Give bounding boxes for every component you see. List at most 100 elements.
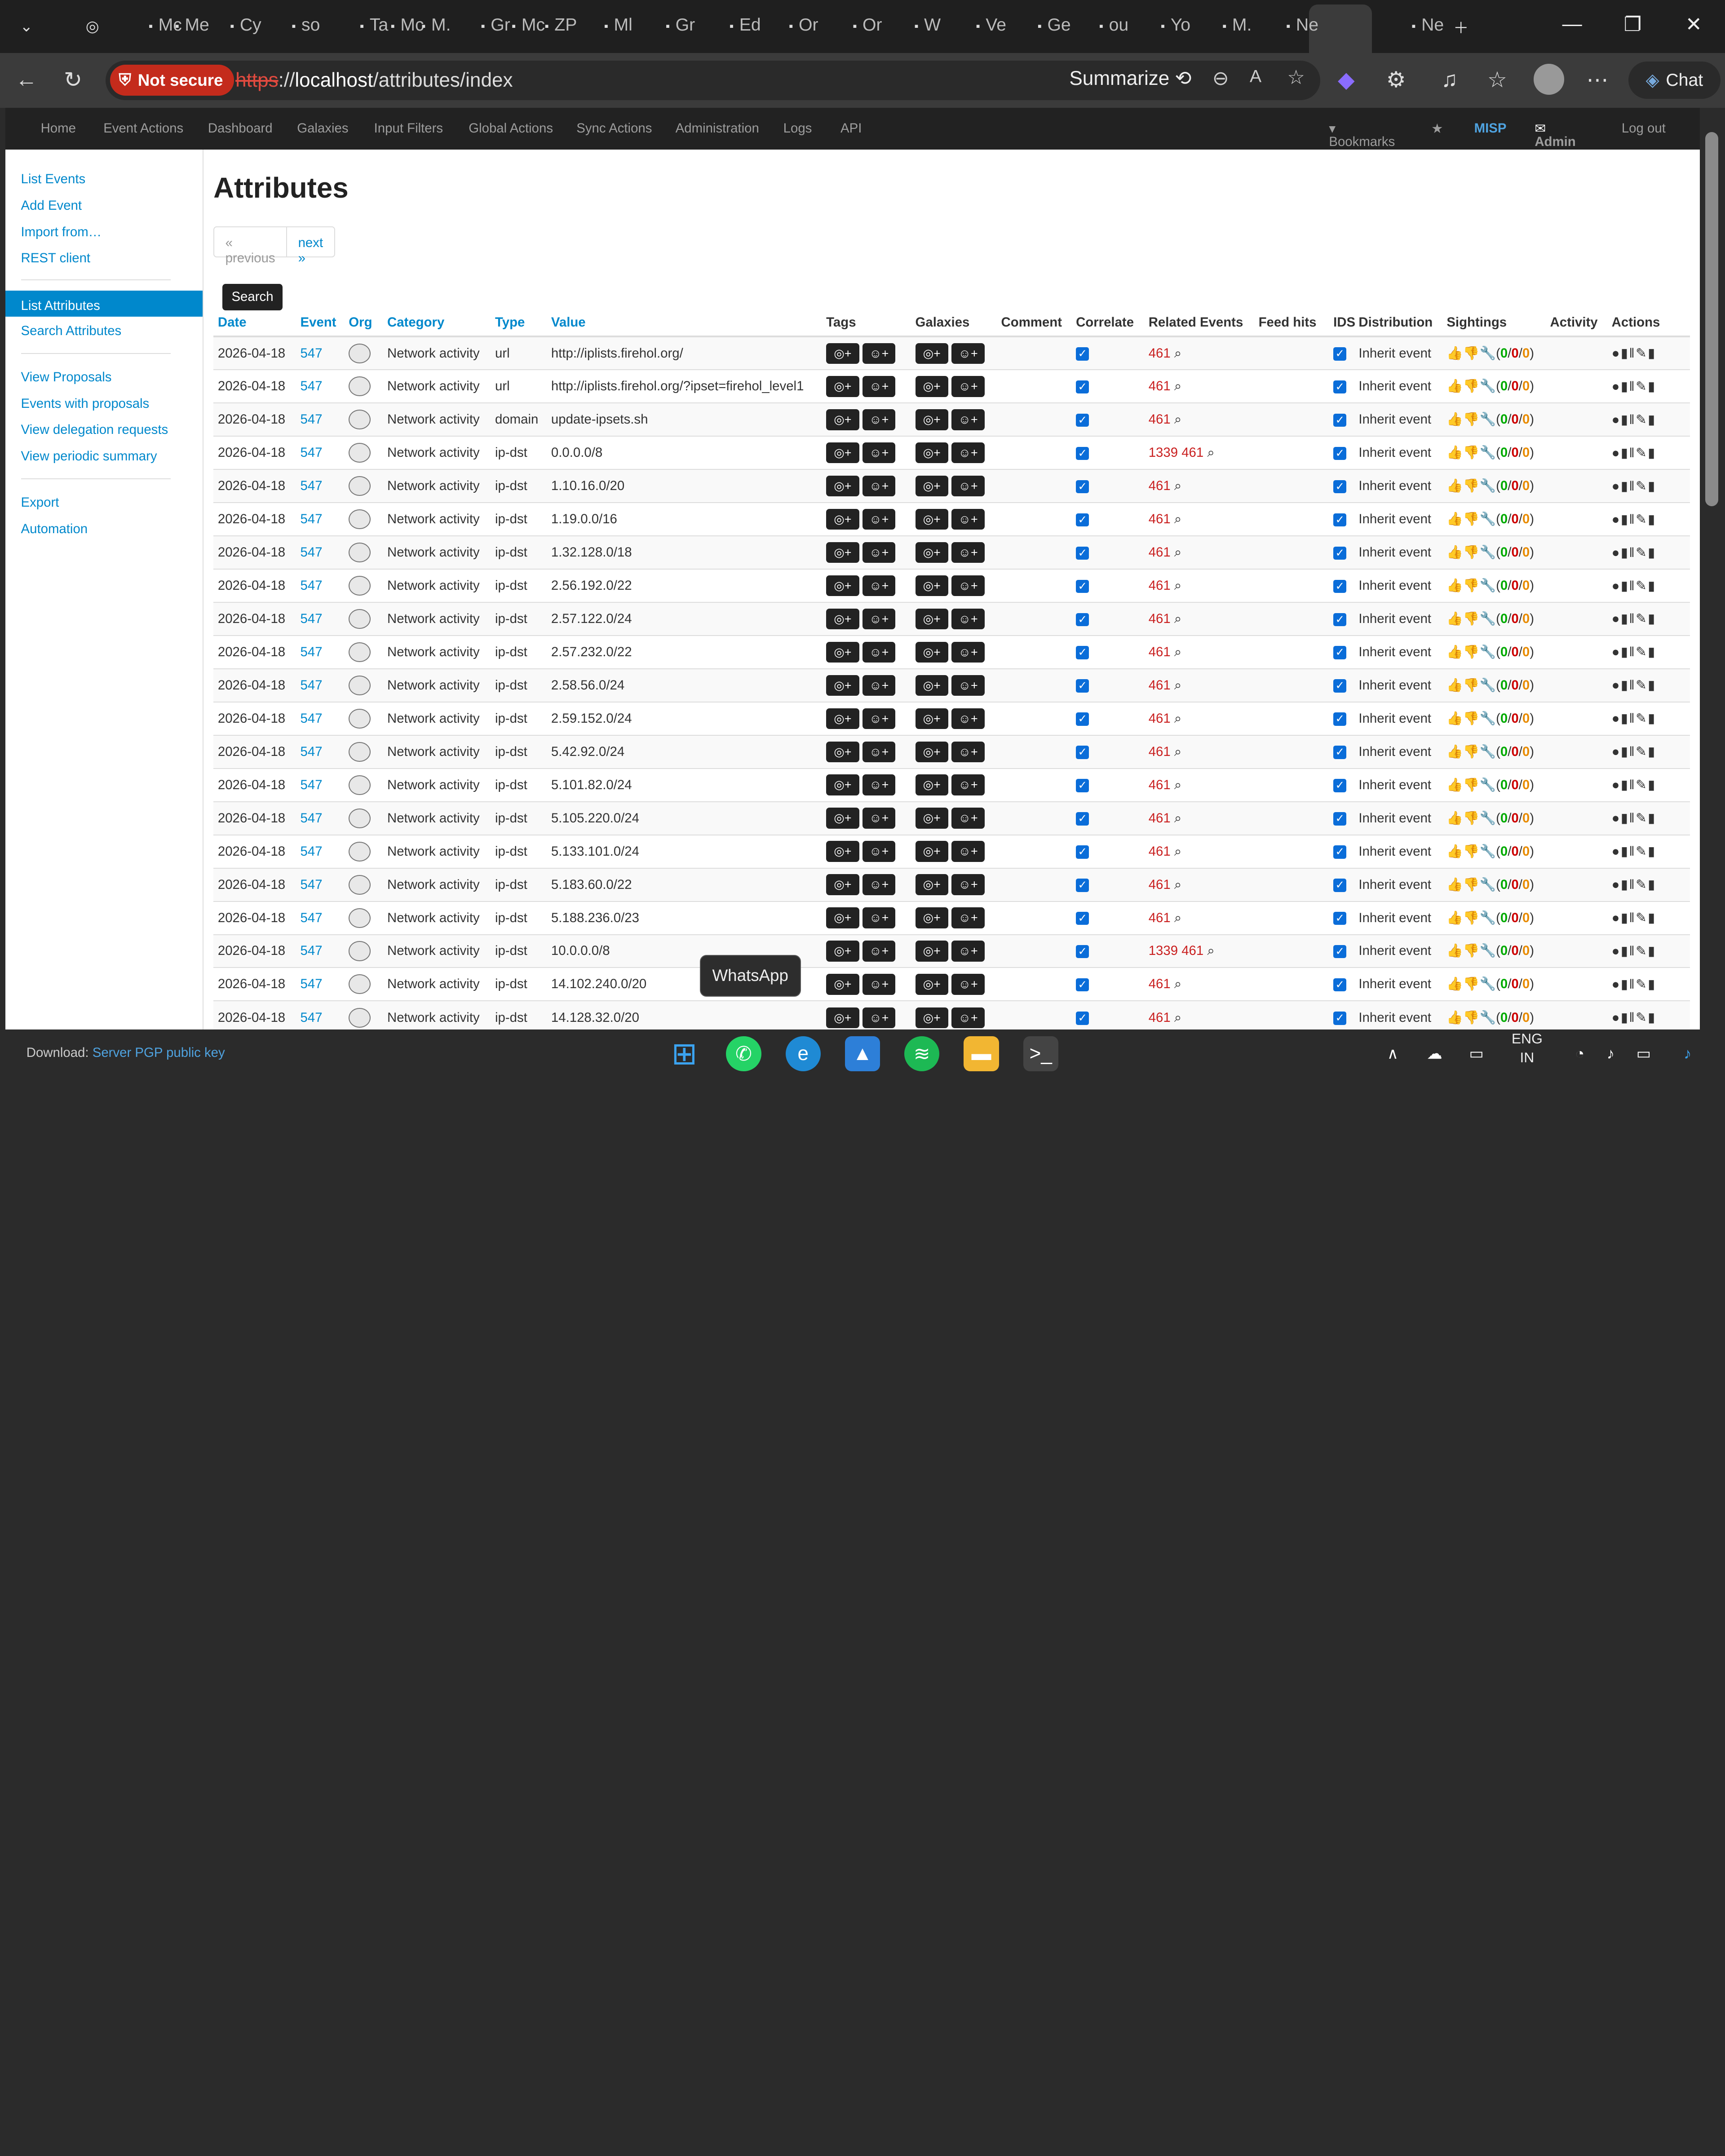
- trash-icon[interactable]: ▮: [1621, 811, 1629, 826]
- org-logo[interactable]: [349, 808, 371, 828]
- delete-icon[interactable]: ▮: [1648, 379, 1656, 394]
- thumbs-down-icon[interactable]: 👎: [1463, 744, 1480, 759]
- ids-checkbox[interactable]: ✓: [1333, 480, 1347, 494]
- comment-icon[interactable]: ●: [1612, 844, 1621, 859]
- search-icon[interactable]: ⌕: [1207, 445, 1214, 460]
- event-link[interactable]: 547: [301, 778, 323, 792]
- add-local-galaxy-icon[interactable]: ☺+: [951, 608, 985, 630]
- add-local-galaxy-icon[interactable]: ☺+: [951, 409, 985, 430]
- correlate-checkbox[interactable]: ✓: [1076, 613, 1089, 626]
- thumbs-down-icon[interactable]: 👎: [1463, 445, 1480, 460]
- terminal-icon[interactable]: >_: [1023, 1036, 1058, 1072]
- sidebar-events-with-proposals[interactable]: Events with proposals: [21, 396, 150, 411]
- more-icon[interactable]: ⋯: [1586, 67, 1608, 93]
- tab-actions-icon[interactable]: ⌄: [13, 13, 40, 40]
- sidebar-import-from[interactable]: Import from…: [21, 225, 102, 240]
- edit-icon[interactable]: ✎: [1636, 678, 1648, 693]
- add-local-galaxy-icon[interactable]: ☺+: [951, 641, 985, 663]
- favorite-icon[interactable]: ☆: [1287, 66, 1305, 89]
- split-icon[interactable]: ‖: [1629, 579, 1636, 593]
- thumbs-up-icon[interactable]: 👍: [1446, 445, 1463, 460]
- thumbs-down-icon[interactable]: 👎: [1463, 379, 1480, 393]
- add-local-tag-icon[interactable]: ☺+: [862, 974, 896, 995]
- related-events-link[interactable]: 461: [1149, 346, 1171, 361]
- nav-global-actions[interactable]: Global Actions: [469, 121, 553, 136]
- split-icon[interactable]: ‖: [1629, 346, 1636, 361]
- delete-icon[interactable]: ▮: [1648, 645, 1656, 659]
- event-link[interactable]: 547: [301, 346, 323, 361]
- edge-icon[interactable]: e: [785, 1036, 821, 1072]
- thumbs-down-icon[interactable]: 👎: [1463, 678, 1480, 693]
- add-tag-globe-icon[interactable]: ◎+: [826, 575, 859, 596]
- wrench-icon[interactable]: 🔧: [1479, 943, 1496, 958]
- correlate-checkbox[interactable]: ✓: [1076, 845, 1089, 859]
- wrench-icon[interactable]: 🔧: [1479, 478, 1496, 493]
- thumbs-up-icon[interactable]: 👍: [1446, 645, 1463, 659]
- add-local-galaxy-icon[interactable]: ☺+: [951, 442, 985, 464]
- add-local-galaxy-icon[interactable]: ☺+: [951, 708, 985, 729]
- search-icon[interactable]: ⌕: [1174, 379, 1181, 393]
- delete-icon[interactable]: ▮: [1648, 346, 1656, 361]
- nav-sync-actions[interactable]: Sync Actions: [576, 121, 652, 136]
- related-events-link[interactable]: 461: [1149, 910, 1171, 925]
- wrench-icon[interactable]: 🔧: [1479, 844, 1496, 859]
- correlate-checkbox[interactable]: ✓: [1076, 1012, 1089, 1025]
- extension-icon[interactable]: ◆: [1338, 67, 1355, 93]
- ids-checkbox[interactable]: ✓: [1333, 812, 1347, 826]
- sidebar-list-events[interactable]: List Events: [21, 172, 86, 187]
- related-events-link[interactable]: 461: [1149, 844, 1171, 859]
- trash-icon[interactable]: ▮: [1621, 446, 1629, 460]
- wrench-icon[interactable]: 🔧: [1479, 445, 1496, 460]
- thumbs-down-icon[interactable]: 👎: [1463, 611, 1480, 626]
- split-icon[interactable]: ‖: [1629, 944, 1636, 959]
- star-icon[interactable]: ★: [1431, 121, 1443, 137]
- add-local-tag-icon[interactable]: ☺+: [862, 675, 896, 696]
- edit-icon[interactable]: ✎: [1636, 910, 1648, 925]
- wrench-icon[interactable]: 🔧: [1479, 379, 1496, 393]
- back-icon[interactable]: ←: [15, 67, 37, 92]
- related-events-link[interactable]: 461: [1149, 976, 1171, 991]
- browser-tab[interactable]: M.: [1232, 15, 1259, 35]
- org-logo[interactable]: [349, 376, 371, 397]
- trash-icon[interactable]: ▮: [1621, 545, 1629, 560]
- event-link[interactable]: 547: [301, 611, 323, 626]
- thumbs-up-icon[interactable]: 👍: [1446, 545, 1463, 560]
- sidebar-view-proposals[interactable]: View Proposals: [21, 370, 112, 385]
- media-icon[interactable]: ♫: [1441, 67, 1458, 92]
- add-tag-globe-icon[interactable]: ◎+: [826, 442, 859, 464]
- split-icon[interactable]: ‖: [1629, 379, 1636, 394]
- event-link[interactable]: 547: [301, 976, 323, 991]
- related-events-link[interactable]: 461: [1149, 778, 1171, 792]
- add-local-galaxy-icon[interactable]: ☺+: [951, 376, 985, 397]
- workspaces-icon[interactable]: ◎: [79, 13, 106, 40]
- add-local-tag-icon[interactable]: ☺+: [862, 774, 896, 795]
- next-link[interactable]: next »: [286, 227, 334, 265]
- org-logo[interactable]: [349, 476, 371, 496]
- delete-icon[interactable]: ▮: [1648, 744, 1656, 759]
- delete-icon[interactable]: ▮: [1648, 512, 1656, 527]
- thumbs-down-icon[interactable]: 👎: [1463, 346, 1480, 361]
- thumbs-down-icon[interactable]: 👎: [1463, 1010, 1480, 1025]
- add-tag-globe-icon[interactable]: ◎+: [826, 1007, 859, 1029]
- thumbs-down-icon[interactable]: 👎: [1463, 645, 1480, 659]
- edit-icon[interactable]: ✎: [1636, 811, 1648, 826]
- related-events-link[interactable]: 461: [1149, 678, 1171, 693]
- browser-tab[interactable]: ZP: [554, 15, 581, 35]
- wrench-icon[interactable]: 🔧: [1479, 910, 1496, 925]
- add-tag-globe-icon[interactable]: ◎+: [826, 675, 859, 696]
- delete-icon[interactable]: ▮: [1648, 877, 1656, 892]
- sidebar-list-attributes[interactable]: List Attributes: [5, 290, 203, 317]
- wrench-icon[interactable]: 🔧: [1479, 545, 1496, 560]
- split-icon[interactable]: ‖: [1629, 479, 1636, 494]
- comment-icon[interactable]: ●: [1612, 446, 1621, 460]
- thumbs-down-icon[interactable]: 👎: [1463, 943, 1480, 958]
- thumbs-up-icon[interactable]: 👍: [1446, 346, 1463, 361]
- org-logo[interactable]: [349, 343, 371, 363]
- wrench-icon[interactable]: 🔧: [1479, 645, 1496, 659]
- column-header[interactable]: Org: [344, 309, 383, 338]
- org-logo[interactable]: [349, 675, 371, 695]
- add-tag-globe-icon[interactable]: ◎+: [826, 376, 859, 397]
- minimize-icon[interactable]: —: [1562, 13, 1582, 35]
- refresh-icon[interactable]: ↻: [64, 67, 82, 93]
- org-logo[interactable]: [349, 642, 371, 662]
